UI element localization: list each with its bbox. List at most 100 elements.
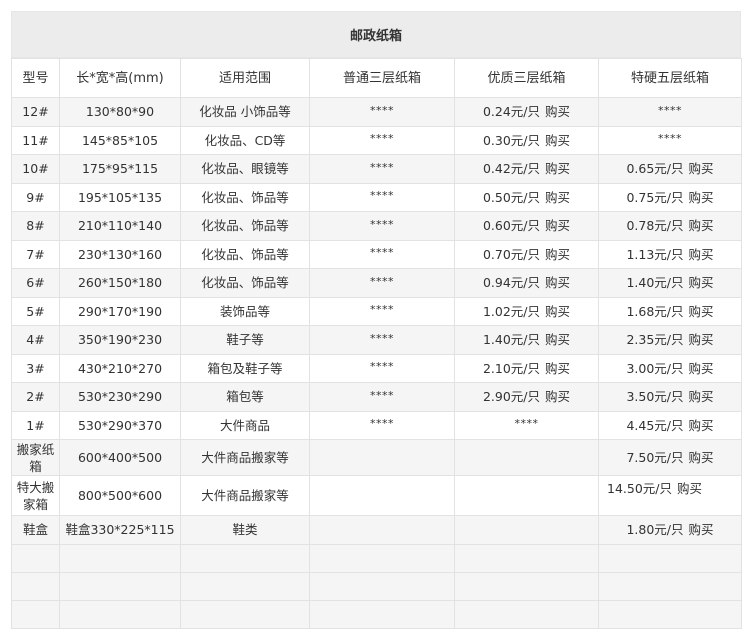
cell-quality: **** [454, 410, 599, 440]
cell-size: 290*170*190 [59, 296, 181, 326]
price-table-container: 邮政纸箱 型号 长*宽*高(mm) 适用范围 普通三层纸箱 优质三层纸箱 特硬五… [11, 11, 742, 629]
cell-usage: 装饰品等 [180, 296, 310, 326]
buy-link[interactable]: 购买 [689, 274, 714, 291]
buy-link[interactable]: 购买 [689, 246, 714, 263]
table-row: 3# 430*210*270 箱包及鞋子等 **** 2.10元/只 购买 3.00元/只购… [11, 353, 742, 383]
price-with-buy: 0.50元/只 购买 [483, 189, 570, 206]
cell-model: 10# [11, 154, 60, 184]
cell-hard: 14.50元/只 购买 [598, 475, 742, 516]
cell-model: 1# [11, 410, 60, 440]
buy-link[interactable]: 购买 [545, 274, 570, 291]
empty-cell [454, 599, 599, 629]
cell-quality: 0.94元/只 购买 [454, 268, 599, 298]
cell-model: 搬家纸箱 [11, 439, 60, 476]
cell-hard: 0.75元/只 购买 [598, 182, 742, 212]
buy-link[interactable]: 购买 [545, 189, 570, 206]
cell-model: 7# [11, 239, 60, 269]
cell-quality: 2.90元/只 购买 [454, 382, 599, 412]
cell-size: 530*230*290 [59, 382, 181, 412]
unavailable-mark: **** [370, 360, 394, 374]
buy-link[interactable]: 购买 [677, 480, 702, 497]
table-row: 1# 530*290*370 大件商品 **** **** 4.45元/只 购买 [11, 410, 742, 440]
cell-normal: **** [309, 211, 455, 241]
buy-link[interactable]: 购买 [689, 217, 714, 234]
cell-quality: 0.30元/只 购买 [454, 125, 599, 155]
price-with-buy: 2.35元/只 购买 [626, 331, 713, 348]
unavailable-mark: **** [370, 246, 394, 260]
empty-cell [11, 543, 60, 573]
table-row: 4# 350*190*230 鞋子等 **** 1.40元/只 购买 2.35元/只 购买 [11, 325, 742, 355]
buy-link[interactable]: 购买 [545, 160, 570, 177]
unavailable-mark: **** [658, 103, 682, 117]
table-row: 6# 260*150*180 化妆品、饰品等 **** 0.94元/只 购买 1.40元/只… [11, 268, 742, 298]
cell-usage: 化妆品、饰品等 [180, 268, 310, 298]
buy-link[interactable]: 购买 [545, 103, 570, 120]
price-value: 1.68元/只 [626, 303, 684, 319]
buy-link[interactable]: 购买 [689, 417, 714, 434]
cell-usage: 化妆品、饰品等 [180, 211, 310, 241]
price-value: 0.24元/只 [482, 104, 541, 120]
buy-link[interactable]: 购买 [545, 246, 570, 263]
buy-link[interactable]: 购买 [689, 360, 714, 377]
buy-link[interactable]: 购买 [545, 360, 570, 377]
price-value: 0.42元/只 [482, 161, 541, 177]
buy-link[interactable]: 购买 [689, 331, 714, 348]
price-value: 1.40元/只 [482, 332, 541, 348]
buy-link[interactable]: 购买 [689, 160, 714, 177]
cell-quality [454, 475, 599, 516]
price-value: 2.35元/只 [626, 332, 684, 348]
empty-cell [598, 543, 742, 573]
cell-size: 350*190*230 [59, 325, 181, 355]
price-value: 1.40元/只 [626, 275, 684, 291]
header-usage: 适用范围 [180, 58, 310, 98]
price-with-buy: 0.60元/只 购买 [483, 217, 570, 234]
table-row: 9# 195*105*135 化妆品、饰品等 **** 0.50元/只 购买 0.75元/只… [11, 182, 742, 212]
empty-row [11, 543, 742, 573]
buy-link[interactable]: 购买 [545, 388, 570, 405]
cell-model: 9# [11, 182, 60, 212]
buy-link[interactable]: 购买 [545, 132, 570, 149]
cell-normal: **** [309, 97, 455, 127]
cell-model: 6# [11, 268, 60, 298]
cell-size: 430*210*270 [59, 353, 181, 383]
cell-usage: 大件商品搬家等 [180, 475, 310, 516]
cell-quality [454, 439, 599, 476]
empty-cell [11, 571, 60, 601]
cell-hard: 1.40元/只 购买 [598, 268, 742, 298]
cell-hard: 7.50元/只 购买 [598, 439, 742, 476]
cell-quality: 0.50元/只 购买 [454, 182, 599, 212]
buy-link[interactable]: 购买 [545, 331, 570, 348]
cell-size: 530*290*370 [59, 410, 181, 440]
cell-usage: 大件商品 [180, 410, 310, 440]
cell-quality: 1.40元/只 购买 [454, 325, 599, 355]
buy-link[interactable]: 购买 [689, 521, 714, 538]
cell-hard: **** [598, 125, 742, 155]
price-value: 2.90元/只 [482, 389, 541, 405]
cell-quality: 0.60元/只 购买 [454, 211, 599, 241]
cell-normal: **** [309, 154, 455, 184]
price-with-buy: 7.50元/只 购买 [626, 449, 713, 466]
header-normal-box: 普通三层纸箱 [309, 58, 455, 98]
price-with-buy: 0.78元/只 购买 [626, 217, 713, 234]
cell-hard: 0.65元/只 购买 [598, 154, 742, 184]
table-row: 搬家纸箱 600*400*500 大件商品搬家等 7.50元/只 购买 [11, 439, 742, 476]
price-with-buy: 1.80元/只 购买 [626, 521, 713, 538]
price-with-buy: 1.40元/只 购买 [626, 274, 713, 291]
cell-usage: 箱包及鞋子等 [180, 353, 310, 383]
unavailable-mark: **** [370, 417, 394, 431]
buy-link[interactable]: 购买 [689, 303, 714, 320]
table-row: 8# 210*110*140 化妆品、饰品等 **** 0.60元/只 购买 0.78元/只… [11, 211, 742, 241]
header-quality-box: 优质三层纸箱 [454, 58, 599, 98]
buy-link[interactable]: 购买 [545, 217, 570, 234]
buy-link[interactable]: 购买 [689, 388, 714, 405]
cell-model: 8# [11, 211, 60, 241]
buy-link[interactable]: 购买 [545, 303, 570, 320]
price-with-buy: 1.13元/只 购买 [626, 246, 713, 263]
cell-size: 230*130*160 [59, 239, 181, 269]
buy-link[interactable]: 购买 [689, 189, 714, 206]
cell-quality: 0.42元/只 购买 [454, 154, 599, 184]
cell-hard: 3.50元/只 购买 [598, 382, 742, 412]
table-row: 12# 130*80*90 化妆品 小饰品等 **** 0.24元/只 购买 **** [11, 97, 742, 127]
buy-link[interactable]: 购买 [689, 449, 714, 466]
cell-usage: 化妆品、饰品等 [180, 182, 310, 212]
